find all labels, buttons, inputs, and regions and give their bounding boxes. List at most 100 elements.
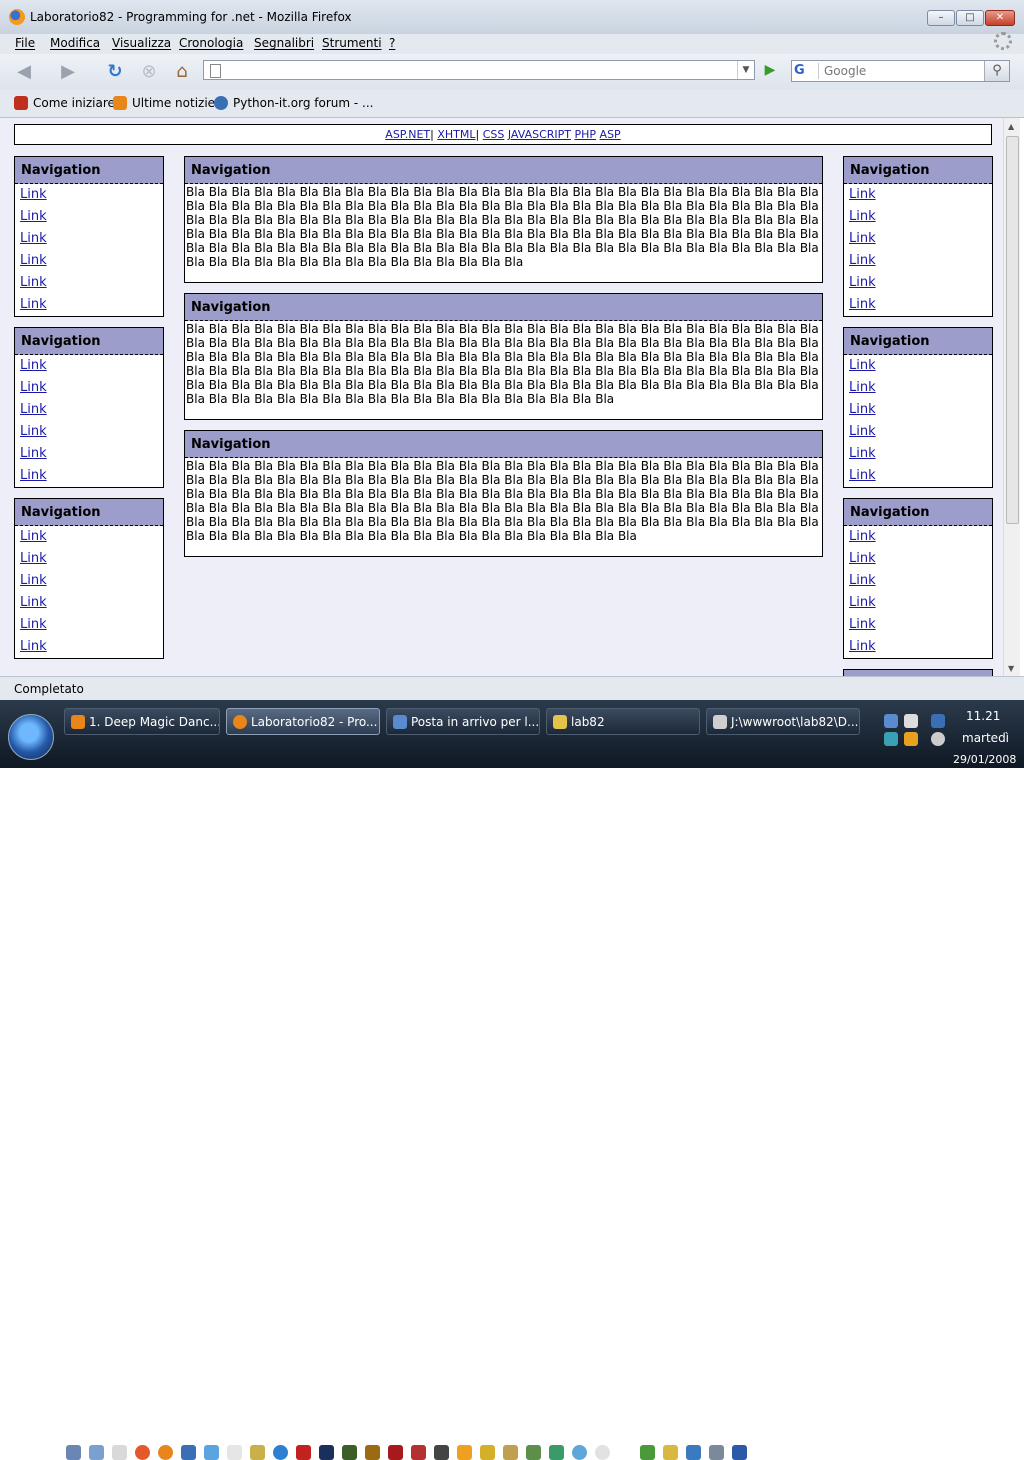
home-icon[interactable]: ⌂ <box>170 60 194 84</box>
nav-link[interactable]: Link <box>844 206 992 228</box>
bookmark-python-forum[interactable]: Python-it.org forum - ... <box>214 96 373 110</box>
nav-link[interactable]: Link <box>844 465 992 487</box>
nav-link[interactable]: Link <box>15 272 163 294</box>
quicklaunch-icon[interactable] <box>663 1445 678 1460</box>
quicklaunch-icon[interactable] <box>296 1445 311 1460</box>
tray-icon[interactable] <box>884 732 898 746</box>
nav-link[interactable]: Link <box>15 250 163 272</box>
quicklaunch-icon[interactable] <box>273 1445 288 1460</box>
nav-link[interactable]: Link <box>15 570 163 592</box>
nav-link[interactable]: Link <box>15 206 163 228</box>
clock-date[interactable]: 29/01/2008 <box>953 753 1016 766</box>
search-engine-icon[interactable]: G <box>794 63 819 79</box>
nav-link[interactable]: Link <box>15 548 163 570</box>
search-box[interactable]: G Google ⚲ <box>791 60 1010 82</box>
tray-icon[interactable] <box>884 714 898 728</box>
start-button-icon[interactable] <box>8 714 54 760</box>
maximize-button[interactable]: □ <box>956 10 984 26</box>
quicklaunch-icon[interactable] <box>342 1445 357 1460</box>
menu-help[interactable]: ? <box>389 36 395 50</box>
nav-link[interactable]: Link <box>15 636 163 658</box>
quicklaunch-icon[interactable] <box>457 1445 472 1460</box>
back-arrow-icon[interactable]: ◀ <box>12 60 36 84</box>
nav-link[interactable]: Link <box>15 443 163 465</box>
nav-link-xhtml[interactable]: XHTML <box>437 128 475 141</box>
nav-link[interactable]: Link <box>844 421 992 443</box>
clock-day[interactable]: martedì <box>962 731 1009 745</box>
stop-icon[interactable]: ⊗ <box>137 60 161 84</box>
quicklaunch-icon[interactable] <box>686 1445 701 1460</box>
quicklaunch-icon[interactable] <box>181 1445 196 1460</box>
close-button[interactable]: ✕ <box>985 10 1015 26</box>
quicklaunch-icon[interactable] <box>227 1445 242 1460</box>
quicklaunch-icon[interactable] <box>89 1445 104 1460</box>
nav-link[interactable]: Link <box>844 614 992 636</box>
nav-link[interactable]: Link <box>15 355 163 377</box>
quicklaunch-icon[interactable] <box>135 1445 150 1460</box>
nav-link[interactable]: Link <box>844 443 992 465</box>
quicklaunch-icon[interactable] <box>158 1445 173 1460</box>
vertical-scrollbar[interactable]: ▲ ▼ <box>1003 118 1020 676</box>
menu-cronologia[interactable]: Cronologia <box>179 36 243 50</box>
nav-link[interactable]: Link <box>844 548 992 570</box>
nav-link[interactable]: Link <box>844 272 992 294</box>
nav-link[interactable]: Link <box>15 184 163 206</box>
quicklaunch-icon[interactable] <box>365 1445 380 1460</box>
bookmark-come-iniziare[interactable]: Come iniziare <box>14 96 115 110</box>
nav-link[interactable]: Link <box>15 228 163 250</box>
quicklaunch-icon[interactable] <box>709 1445 724 1460</box>
quicklaunch-icon[interactable] <box>549 1445 564 1460</box>
nav-link[interactable]: Link <box>15 421 163 443</box>
quicklaunch-icon[interactable] <box>388 1445 403 1460</box>
nav-link[interactable]: Link <box>844 228 992 250</box>
url-dropdown-icon[interactable]: ▼ <box>737 61 754 79</box>
quicklaunch-icon[interactable] <box>640 1445 655 1460</box>
tray-icon[interactable] <box>904 732 918 746</box>
quicklaunch-icon[interactable] <box>319 1445 334 1460</box>
nav-link[interactable]: Link <box>844 592 992 614</box>
quicklaunch-icon[interactable] <box>204 1445 219 1460</box>
clock-time[interactable]: 11.21 <box>966 709 1000 723</box>
quicklaunch-icon[interactable] <box>250 1445 265 1460</box>
scroll-down-icon[interactable]: ▼ <box>1008 664 1014 673</box>
scroll-up-icon[interactable]: ▲ <box>1008 122 1014 131</box>
nav-link[interactable]: Link <box>15 294 163 316</box>
menu-file[interactable]: File <box>15 36 35 50</box>
nav-link[interactable]: Link <box>844 399 992 421</box>
nav-link[interactable]: Link <box>15 399 163 421</box>
nav-link-css[interactable]: CSS <box>483 128 505 141</box>
quicklaunch-icon[interactable] <box>480 1445 495 1460</box>
network-icon[interactable] <box>931 714 945 728</box>
nav-link[interactable]: Link <box>15 592 163 614</box>
nav-link[interactable]: Link <box>15 465 163 487</box>
nav-link-aspnet[interactable]: ASP.NET <box>385 128 430 141</box>
quicklaunch-icon[interactable] <box>411 1445 426 1460</box>
nav-link[interactable]: Link <box>844 570 992 592</box>
menu-segnalibri[interactable]: Segnalibri <box>254 36 314 50</box>
forward-arrow-icon[interactable]: ▶ <box>56 60 80 84</box>
nav-link[interactable]: Link <box>844 377 992 399</box>
reload-icon[interactable]: ↻ <box>103 60 127 84</box>
quicklaunch-icon[interactable] <box>526 1445 541 1460</box>
quicklaunch-icon[interactable] <box>66 1445 81 1460</box>
nav-link[interactable]: Link <box>844 184 992 206</box>
quicklaunch-icon[interactable] <box>434 1445 449 1460</box>
nav-link[interactable]: Link <box>15 614 163 636</box>
menu-visualizza[interactable]: Visualizza <box>112 36 171 50</box>
nav-link-php[interactable]: PHP <box>575 128 597 141</box>
nav-link[interactable]: Link <box>844 526 992 548</box>
quicklaunch-icon[interactable] <box>503 1445 518 1460</box>
taskbar-item[interactable]: 1. Deep Magic Danc... <box>64 708 220 735</box>
volume-icon[interactable] <box>931 732 945 746</box>
quicklaunch-icon[interactable] <box>732 1445 747 1460</box>
minimize-button[interactable]: – <box>927 10 955 26</box>
menu-strumenti[interactable]: Strumenti <box>322 36 382 50</box>
taskbar-item[interactable]: Posta in arrivo per l... <box>386 708 540 735</box>
tray-icon[interactable] <box>904 714 918 728</box>
nav-link[interactable]: Link <box>844 250 992 272</box>
taskbar-item-active[interactable]: Laboratorio82 - Pro... <box>226 708 380 735</box>
nav-link[interactable]: Link <box>844 636 992 658</box>
quicklaunch-icon[interactable] <box>572 1445 587 1460</box>
scrollbar-thumb[interactable] <box>1006 136 1019 524</box>
taskbar-item[interactable]: lab82 <box>546 708 700 735</box>
